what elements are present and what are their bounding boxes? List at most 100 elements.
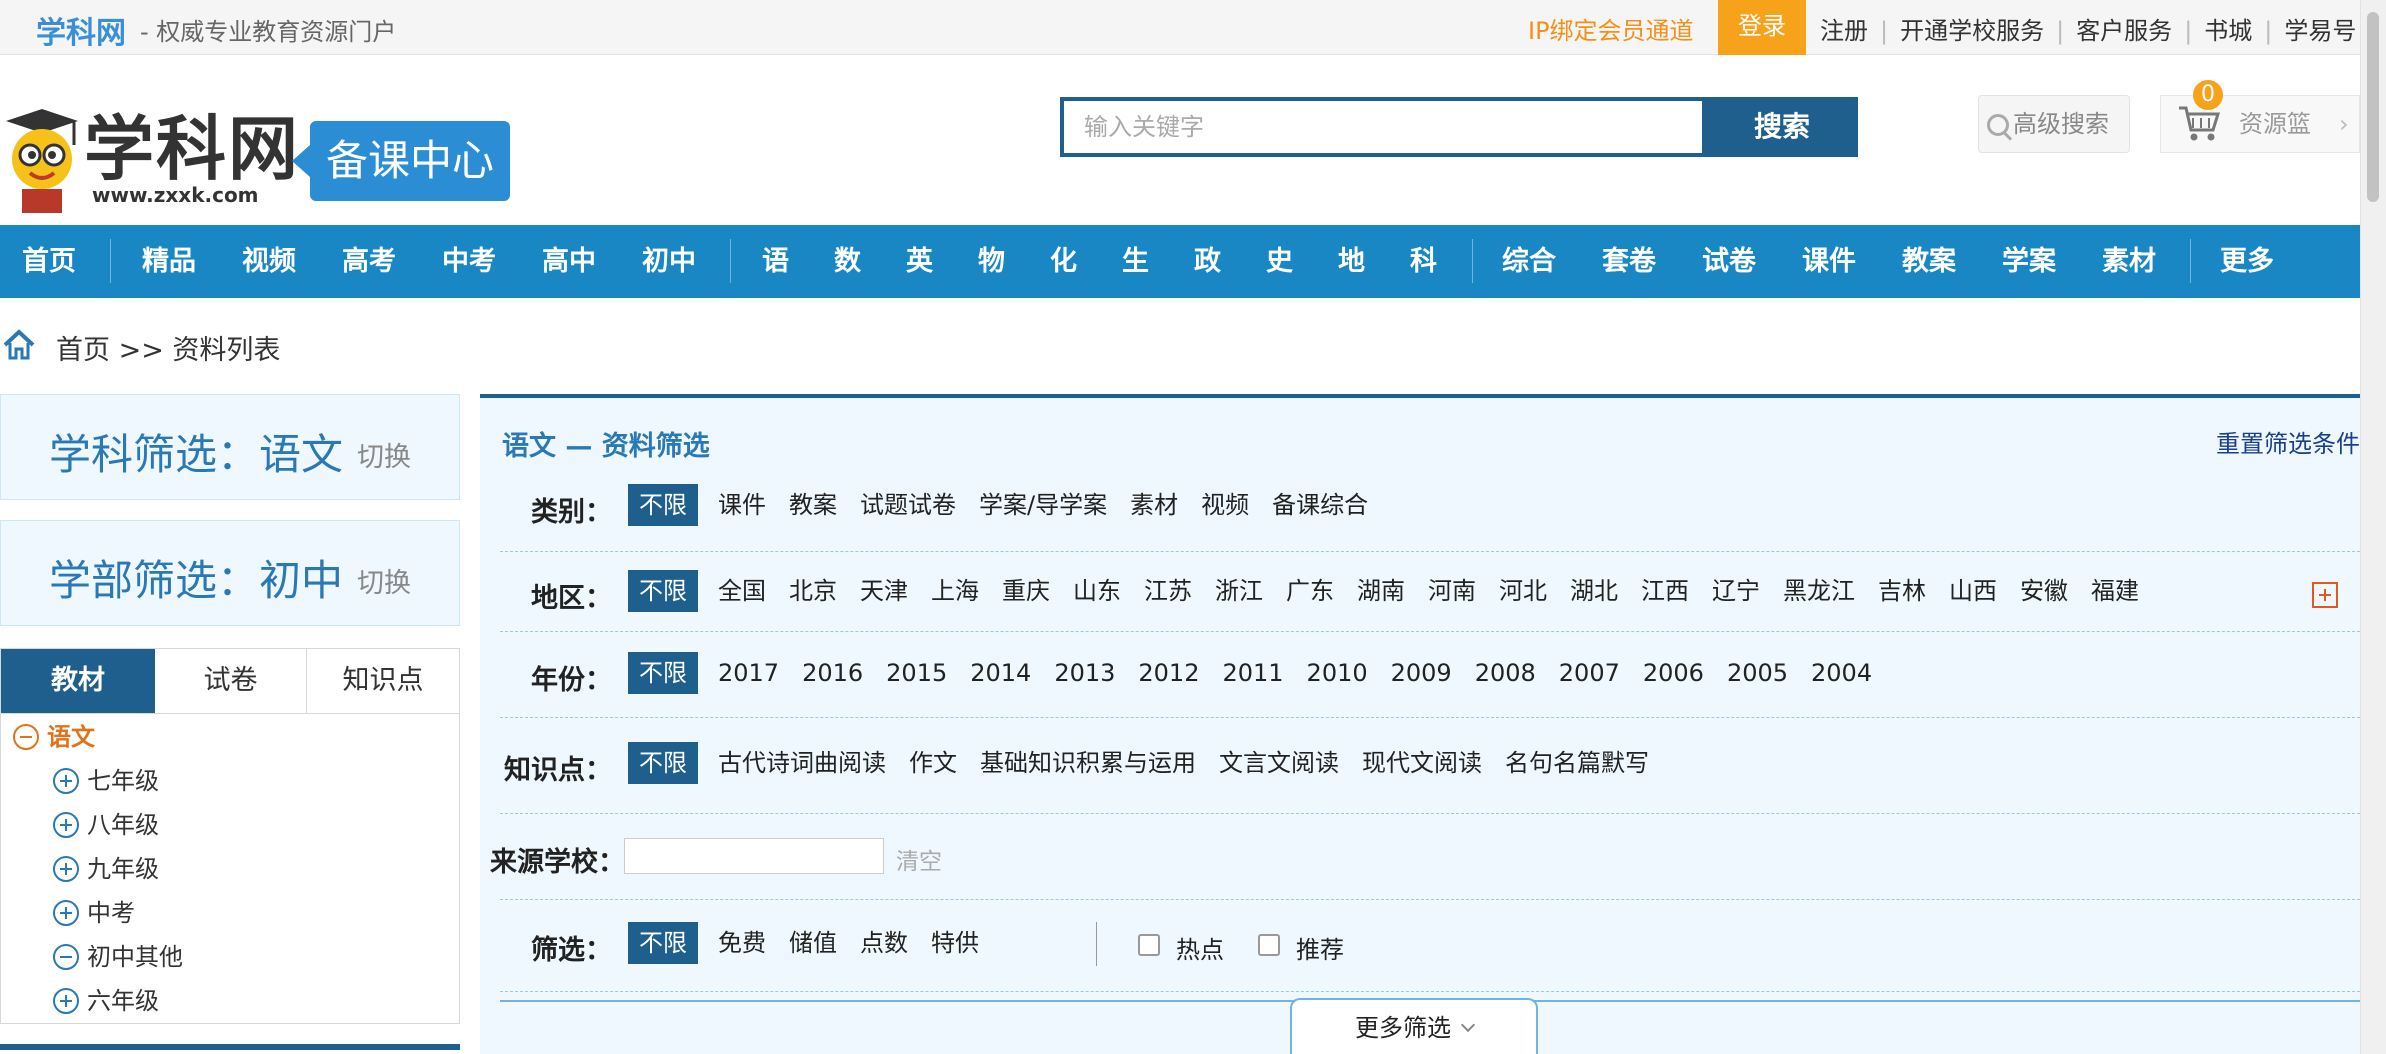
tab-textbook[interactable]: 教材 [1, 649, 155, 713]
recommend-checkbox[interactable] [1258, 934, 1280, 956]
year-option[interactable]: 2014 [970, 659, 1031, 687]
knowledge-option[interactable]: 古代诗词曲阅读 [718, 743, 886, 778]
department-switch-link[interactable]: 切换 [357, 561, 411, 600]
collapse-icon[interactable] [53, 944, 79, 970]
nav-item-junior-high[interactable]: 初中 [642, 225, 696, 298]
year-option[interactable]: 2012 [1138, 659, 1199, 687]
resource-basket-button[interactable]: 0 资源篮 › [2160, 80, 2360, 153]
category-option[interactable]: 试题试卷 [860, 485, 956, 520]
nav-item-geography[interactable]: 地 [1338, 225, 1365, 298]
breadcrumb-text[interactable]: 首页 >> 资料列表 [56, 328, 280, 367]
nav-item-chemistry[interactable]: 化 [1050, 225, 1077, 298]
region-option[interactable]: 吉林 [1878, 571, 1926, 606]
recommend-checkbox-label[interactable]: 推荐 [1296, 930, 1344, 965]
expand-icon[interactable] [53, 900, 79, 926]
nav-item-history[interactable]: 史 [1266, 225, 1293, 298]
region-option[interactable]: 重庆 [1002, 571, 1050, 606]
year-option[interactable]: 2006 [1643, 659, 1704, 687]
region-option[interactable]: 湖北 [1570, 571, 1618, 606]
more-filters-button[interactable]: 更多筛选 [1290, 998, 1538, 1054]
knowledge-option[interactable]: 名句名篇默写 [1505, 743, 1649, 778]
tree-node-grade6[interactable]: 六年级 [53, 984, 159, 1018]
lesson-prep-center-badge[interactable]: 备课中心 [292, 121, 510, 201]
nav-item-courseware[interactable]: 课件 [1802, 225, 1856, 298]
year-option[interactable]: 2016 [802, 659, 863, 687]
region-option[interactable]: 江苏 [1144, 571, 1192, 606]
nav-item-study-plans[interactable]: 学案 [2002, 225, 2056, 298]
knowledge-option[interactable]: 作文 [909, 743, 957, 778]
price-option[interactable]: 不限 [628, 922, 698, 964]
nav-item-biology[interactable]: 生 [1122, 225, 1149, 298]
year-option[interactable]: 2013 [1054, 659, 1115, 687]
login-button[interactable]: 登录 [1718, 0, 1806, 55]
year-option[interactable]: 不限 [628, 652, 698, 694]
year-option[interactable]: 2004 [1811, 659, 1872, 687]
nav-item-more[interactable]: 更多 [2220, 225, 2274, 298]
knowledge-option[interactable]: 基础知识积累与运用 [980, 743, 1196, 778]
region-option[interactable]: 北京 [789, 571, 837, 606]
region-option[interactable]: 安徽 [2020, 571, 2068, 606]
xueyihao-link[interactable]: 学易号 [2284, 17, 2356, 45]
knowledge-option[interactable]: 文言文阅读 [1219, 743, 1339, 778]
clear-school-link[interactable]: 清空 [896, 842, 942, 876]
hot-checkbox[interactable] [1138, 934, 1160, 956]
hot-checkbox-label[interactable]: 热点 [1176, 930, 1224, 965]
bookstore-link[interactable]: 书城 [2204, 17, 2252, 45]
nav-item-senior-high[interactable]: 高中 [542, 225, 596, 298]
knowledge-option[interactable]: 不限 [628, 742, 698, 784]
school-service-link[interactable]: 开通学校服务 [1900, 17, 2044, 45]
category-option[interactable]: 教案 [789, 485, 837, 520]
customer-service-link[interactable]: 客户服务 [2076, 17, 2172, 45]
price-option[interactable]: 储值 [789, 923, 837, 958]
category-option[interactable]: 不限 [628, 484, 698, 526]
nav-item-premium[interactable]: 精品 [142, 225, 196, 298]
year-option[interactable]: 2015 [886, 659, 947, 687]
nav-item-test-papers[interactable]: 试卷 [1702, 225, 1756, 298]
nav-item-zhongkao[interactable]: 中考 [442, 225, 496, 298]
price-option[interactable]: 点数 [860, 923, 908, 958]
year-option[interactable]: 2008 [1475, 659, 1536, 687]
tree-node-chinese[interactable]: 语文 [13, 720, 95, 754]
collapse-icon[interactable] [13, 724, 39, 750]
expand-icon[interactable] [53, 856, 79, 882]
nav-item-chinese[interactable]: 语 [762, 225, 789, 298]
year-option[interactable]: 2005 [1727, 659, 1788, 687]
region-option[interactable]: 全国 [718, 571, 766, 606]
nav-item-science[interactable]: 科 [1410, 225, 1437, 298]
region-option[interactable]: 浙江 [1215, 571, 1263, 606]
home-icon[interactable] [2, 328, 36, 362]
tree-node-grade8[interactable]: 八年级 [53, 808, 159, 842]
source-school-input[interactable] [624, 838, 884, 874]
nav-item-lesson-plans[interactable]: 教案 [1902, 225, 1956, 298]
tree-node-grade7[interactable]: 七年级 [53, 764, 159, 798]
tree-node-grade9[interactable]: 九年级 [53, 852, 159, 886]
year-option[interactable]: 2009 [1391, 659, 1452, 687]
region-option[interactable]: 山西 [1949, 571, 1997, 606]
search-input[interactable] [1064, 101, 1702, 153]
region-option[interactable]: 河北 [1499, 571, 1547, 606]
region-option[interactable]: 辽宁 [1712, 571, 1760, 606]
nav-item-math[interactable]: 数 [834, 225, 861, 298]
nav-item-home[interactable]: 首页 [22, 225, 76, 298]
region-option[interactable]: 湖南 [1357, 571, 1405, 606]
region-option[interactable]: 山东 [1073, 571, 1121, 606]
region-option[interactable]: 不限 [628, 570, 698, 612]
region-option[interactable]: 河南 [1428, 571, 1476, 606]
nav-item-video[interactable]: 视频 [242, 225, 296, 298]
price-option[interactable]: 免费 [718, 923, 766, 958]
expand-icon[interactable] [53, 768, 79, 794]
category-option[interactable]: 备课综合 [1272, 485, 1368, 520]
nav-item-gaokao[interactable]: 高考 [342, 225, 396, 298]
nav-item-politics[interactable]: 政 [1194, 225, 1221, 298]
tab-test-papers[interactable]: 试卷 [155, 649, 306, 713]
tree-node-zhongkao[interactable]: 中考 [53, 896, 135, 930]
nav-item-materials[interactable]: 素材 [2102, 225, 2156, 298]
nav-item-physics[interactable]: 物 [978, 225, 1005, 298]
category-option[interactable]: 视频 [1201, 485, 1249, 520]
region-option[interactable]: 福建 [2091, 571, 2139, 606]
category-option[interactable]: 学案/导学案 [979, 485, 1107, 520]
category-option[interactable]: 素材 [1130, 485, 1178, 520]
expand-icon[interactable] [53, 988, 79, 1014]
advanced-search-button[interactable]: 高级搜索 [1978, 95, 2130, 153]
search-button[interactable]: 搜索 [1706, 97, 1858, 157]
